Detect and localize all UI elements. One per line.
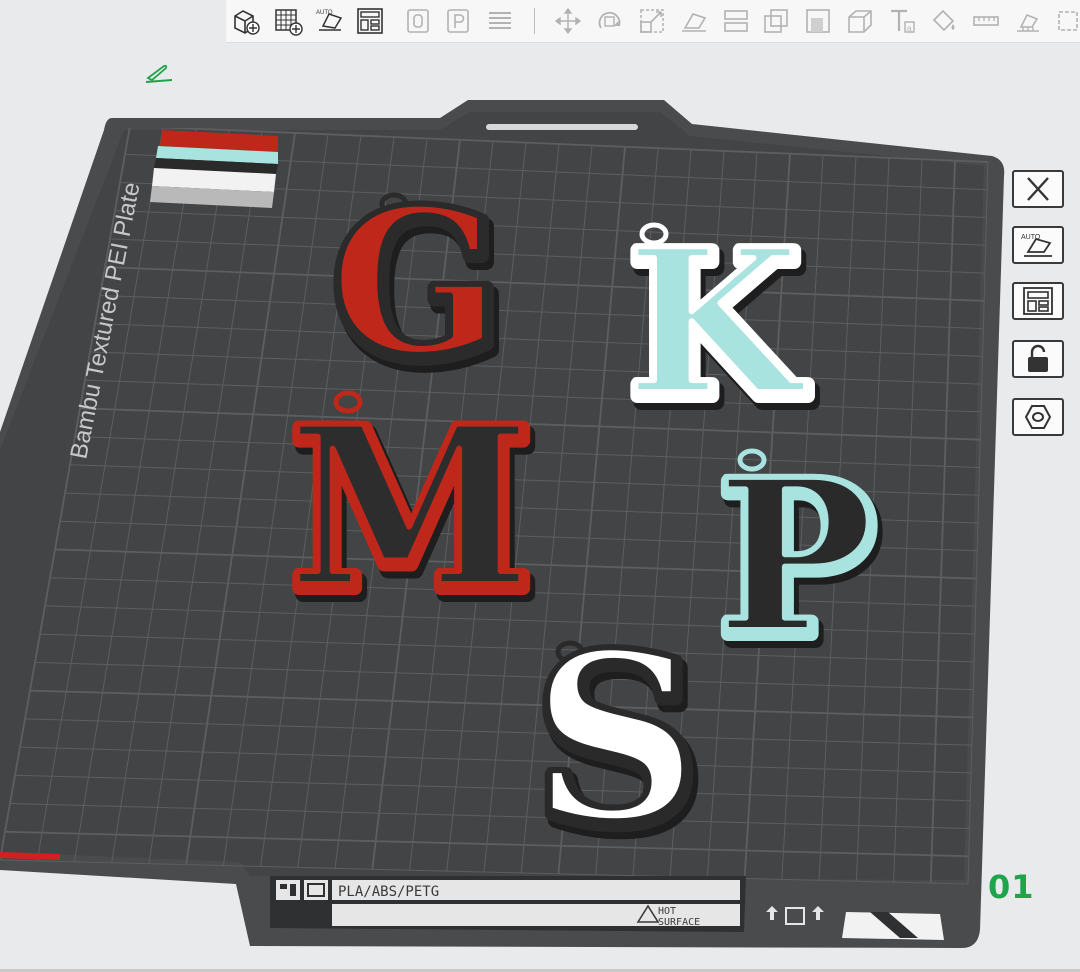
plate-settings-icon: [1024, 405, 1052, 429]
keychain-letter: G: [330, 165, 501, 400]
keychain-p[interactable]: PPP: [711, 430, 888, 698]
lock-plate-button[interactable]: [1012, 340, 1064, 378]
keychain-k[interactable]: KKK: [621, 202, 820, 458]
keychain-letter: P: [716, 433, 874, 680]
filament-swatch: [150, 130, 278, 208]
auto-orient-plate-icon: AUTO: [1021, 234, 1052, 257]
close-plate-button[interactable]: [1012, 170, 1064, 208]
auto-orient-plate-button[interactable]: AUTO: [1012, 226, 1064, 264]
plate-handle: [486, 124, 638, 130]
keychain-letter: S: [532, 603, 698, 873]
build-plate-viewport[interactable]: Bambu Textured PEI Plate PLA/ABS/PETG HO…: [0, 0, 1080, 972]
keychain-m[interactable]: MMM: [283, 374, 546, 654]
plate-number: 01: [988, 868, 1035, 906]
keychain-letter: M: [288, 377, 532, 636]
hot-surface-line1: HOT: [658, 906, 676, 917]
arrange-plate-icon: [1023, 287, 1053, 315]
plate-settings-button[interactable]: [1012, 398, 1064, 436]
lock-icon: [1028, 344, 1048, 372]
keychain-g[interactable]: GGG: [325, 162, 515, 418]
arrange-plate-button[interactable]: [1012, 282, 1064, 320]
close-icon: [1027, 177, 1049, 201]
hot-surface-line2: SURFACE: [658, 917, 700, 928]
keychain-letter: K: [626, 205, 806, 440]
keychain-s[interactable]: SSS: [527, 600, 712, 891]
filament-label: PLA/ABS/PETG: [338, 884, 439, 900]
